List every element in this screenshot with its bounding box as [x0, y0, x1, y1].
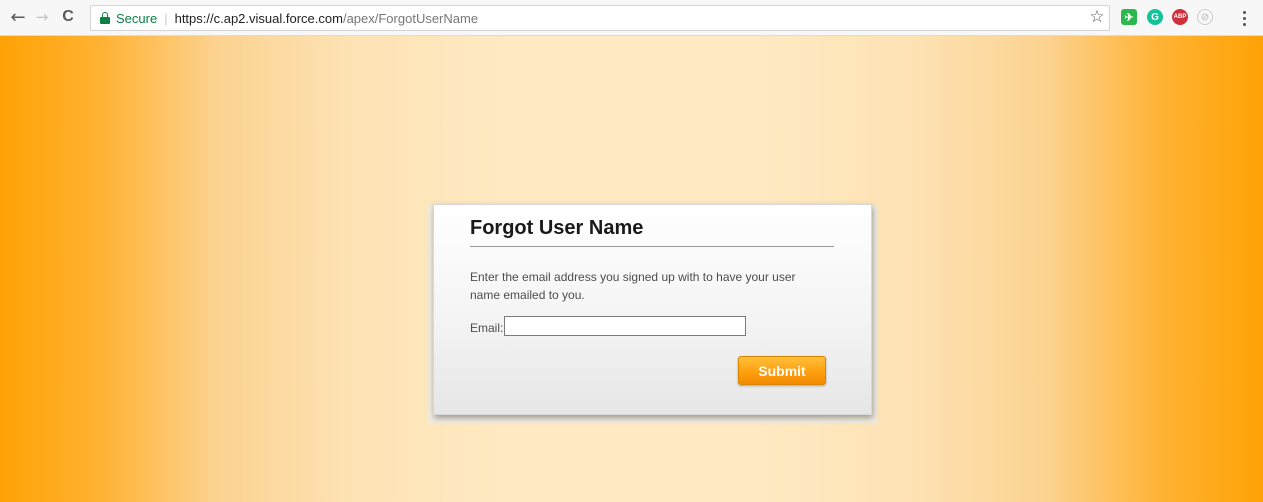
- email-label: Email:: [470, 321, 504, 335]
- kebab-menu-icon[interactable]: [1236, 9, 1252, 27]
- bookmark-star-icon[interactable]: ☆: [1088, 8, 1106, 26]
- secure-label: Secure: [116, 10, 158, 26]
- adblock-plus-extension-icon[interactable]: ABP: [1172, 9, 1188, 25]
- forgot-username-card: Forgot User Name Enter the email address…: [433, 204, 872, 415]
- reload-icon[interactable]: C: [58, 7, 78, 27]
- back-arrow-icon[interactable]: ←: [8, 7, 28, 28]
- page-background: Forgot User Name Enter the email address…: [0, 36, 1263, 502]
- browser-toolbar: ← → C Secure | https://c.ap2.visual.forc…: [0, 0, 1263, 36]
- title-divider: [470, 246, 834, 247]
- email-field[interactable]: [504, 316, 746, 336]
- page-title: Forgot User Name: [470, 217, 644, 239]
- grammarly-extension-icon[interactable]: G: [1147, 9, 1163, 25]
- lock-icon: [100, 12, 110, 24]
- forward-arrow-icon[interactable]: →: [32, 7, 52, 27]
- url-path: /apex/ForgotUserName: [342, 10, 479, 26]
- address-separator: |: [164, 10, 168, 26]
- disabled-extension-icon[interactable]: ⊘: [1197, 9, 1213, 25]
- evernote-extension-icon[interactable]: ✈: [1121, 9, 1137, 25]
- url-host: https://c.ap2.visual.force.com: [174, 10, 343, 26]
- submit-button[interactable]: Submit: [738, 356, 826, 385]
- instructions-text: Enter the email address you signed up wi…: [470, 270, 796, 302]
- address-bar[interactable]: Secure | https://c.ap2.visual.force.com …: [90, 5, 1110, 31]
